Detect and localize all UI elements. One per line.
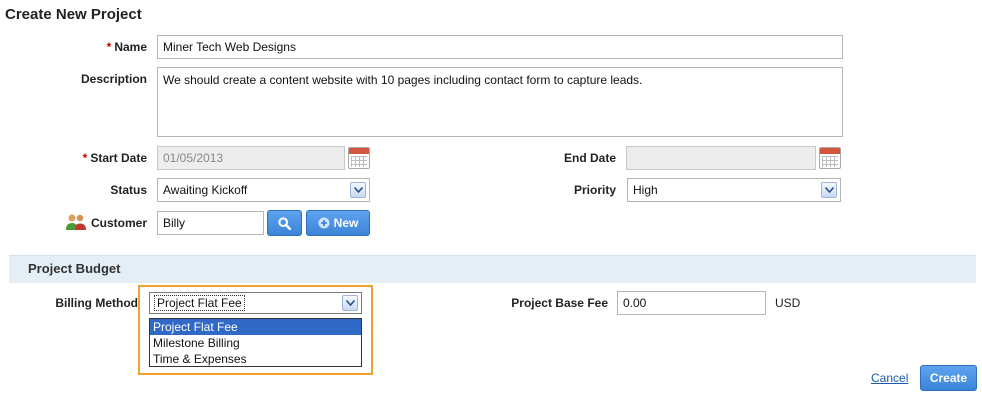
project-base-fee-input[interactable]: 0.00 <box>617 291 766 315</box>
calendar-icon[interactable] <box>819 147 841 169</box>
chevron-down-icon <box>350 182 366 198</box>
option-project-flat-fee[interactable]: Project Flat Fee <box>150 319 361 335</box>
description-textarea[interactable]: We should create a content website with … <box>157 67 843 137</box>
status-select[interactable]: Awaiting Kickoff <box>157 178 370 202</box>
description-label: Description <box>80 72 147 86</box>
billing-method-select[interactable]: Project Flat Fee <box>149 292 362 314</box>
start-date-input[interactable]: 01/05/2013 <box>157 146 345 170</box>
priority-label: Priority <box>573 183 616 197</box>
customer-search-button[interactable] <box>267 210 302 236</box>
billing-method-label: Billing Method <box>55 296 138 310</box>
priority-select[interactable]: High <box>627 178 841 202</box>
project-budget-section: Project Budget <box>9 255 976 283</box>
customer-label: Customer <box>90 216 147 230</box>
chevron-down-icon <box>821 182 837 198</box>
end-date-label: End Date <box>563 151 616 165</box>
option-time-expenses[interactable]: Time & Expenses <box>150 351 361 367</box>
cancel-link[interactable]: Cancel <box>871 371 908 385</box>
name-input[interactable]: Miner Tech Web Designs <box>157 35 843 59</box>
status-label: Status <box>110 183 147 197</box>
search-icon <box>278 217 292 231</box>
plus-circle-icon <box>318 217 330 229</box>
customer-icon <box>65 213 87 231</box>
end-date-input[interactable] <box>626 146 816 170</box>
name-label: * Name <box>106 40 147 54</box>
start-date-label: * Start Date <box>82 151 147 165</box>
page-title: Create New Project <box>5 6 142 23</box>
billing-method-options: Project Flat Fee Milestone Billing Time … <box>149 318 362 367</box>
required-mark: * <box>106 40 112 54</box>
project-base-fee-label: Project Base Fee <box>511 296 608 310</box>
chevron-down-icon <box>342 295 358 311</box>
customer-input[interactable]: Billy <box>157 211 264 235</box>
section-title: Project Budget <box>28 261 121 276</box>
option-milestone-billing[interactable]: Milestone Billing <box>150 335 361 351</box>
create-button[interactable]: Create <box>920 365 977 391</box>
calendar-icon[interactable] <box>348 147 370 169</box>
new-customer-button[interactable]: New <box>306 210 370 236</box>
currency-label: USD <box>775 296 801 310</box>
